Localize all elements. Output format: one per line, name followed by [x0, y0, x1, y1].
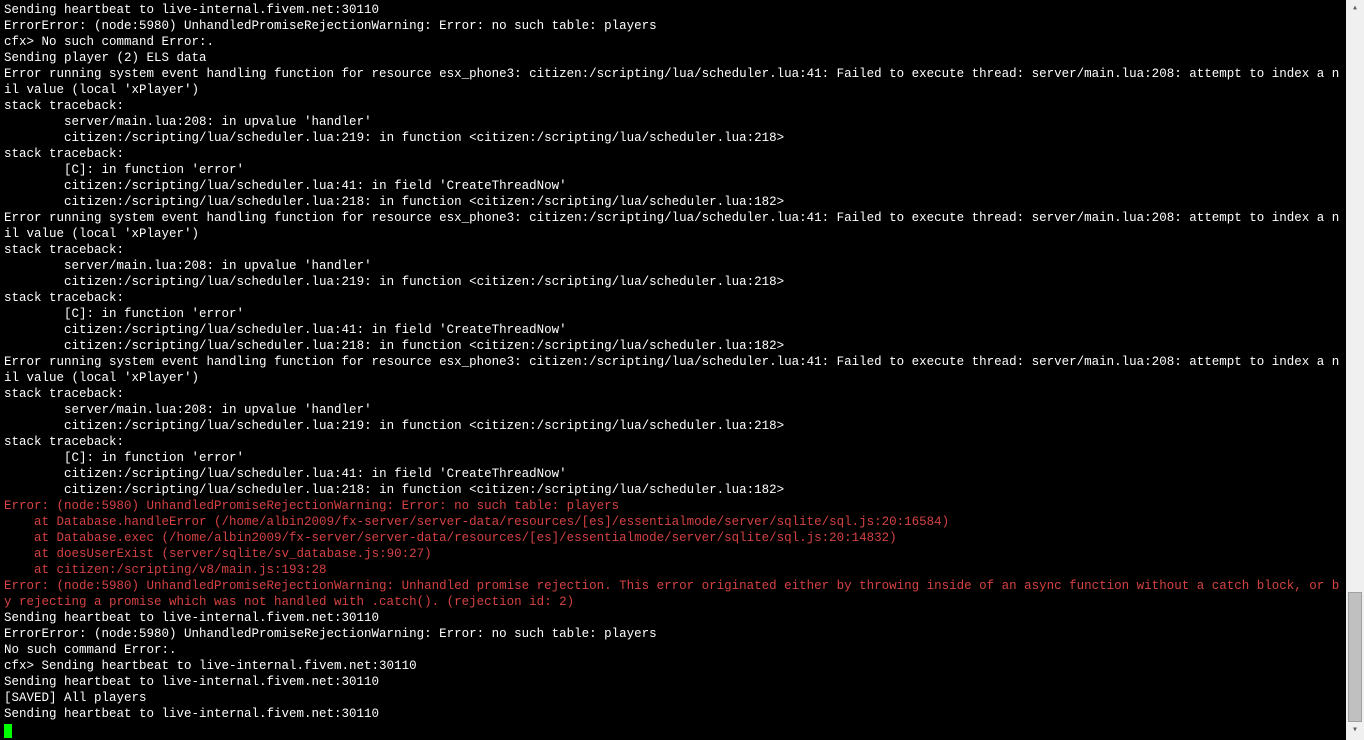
terminal-line: ErrorError: (node:5980) UnhandledPromise… [4, 18, 1342, 34]
terminal-line: citizen:/scripting/lua/scheduler.lua:41:… [4, 178, 1342, 194]
terminal-line: stack traceback: [4, 290, 1342, 306]
terminal-line: at Database.handleError (/home/albin2009… [4, 514, 1342, 530]
terminal-line: Sending heartbeat to live-internal.fivem… [4, 610, 1342, 626]
terminal-line: citizen:/scripting/lua/scheduler.lua:218… [4, 194, 1342, 210]
terminal-line: stack traceback: [4, 386, 1342, 402]
terminal-line: Sending heartbeat to live-internal.fivem… [4, 706, 1342, 722]
terminal-line: Sending heartbeat to live-internal.fivem… [4, 2, 1342, 18]
scrollbar-down-arrow[interactable]: ▾ [1346, 722, 1364, 740]
terminal-line: citizen:/scripting/lua/scheduler.lua:218… [4, 482, 1342, 498]
terminal-line: at Database.exec (/home/albin2009/fx-ser… [4, 530, 1342, 546]
scrollbar-up-arrow[interactable]: ▴ [1346, 0, 1364, 18]
terminal-line: citizen:/scripting/lua/scheduler.lua:218… [4, 338, 1342, 354]
terminal-line: Sending heartbeat to live-internal.fivem… [4, 674, 1342, 690]
terminal-line: citizen:/scripting/lua/scheduler.lua:41:… [4, 466, 1342, 482]
terminal-line: server/main.lua:208: in upvalue 'handler… [4, 258, 1342, 274]
terminal-line: Sending player (2) ELS data [4, 50, 1342, 66]
terminal-line: citizen:/scripting/lua/scheduler.lua:219… [4, 130, 1342, 146]
terminal-line: [C]: in function 'error' [4, 450, 1342, 466]
terminal-line: Error: (node:5980) UnhandledPromiseRejec… [4, 498, 1342, 514]
terminal-container: Sending heartbeat to live-internal.fivem… [0, 0, 1364, 740]
terminal-line: Error running system event handling func… [4, 210, 1342, 242]
terminal-line: stack traceback: [4, 242, 1342, 258]
terminal-line: cfx> Sending heartbeat to live-internal.… [4, 658, 1342, 674]
terminal-line: [C]: in function 'error' [4, 162, 1342, 178]
scrollbar-track[interactable] [1346, 18, 1364, 722]
terminal-output[interactable]: Sending heartbeat to live-internal.fivem… [0, 0, 1346, 740]
terminal-line: citizen:/scripting/lua/scheduler.lua:219… [4, 418, 1342, 434]
terminal-line: Error running system event handling func… [4, 354, 1342, 386]
cursor [4, 724, 12, 738]
terminal-line: at citizen:/scripting/v8/main.js:193:28 [4, 562, 1342, 578]
terminal-line: cfx> No such command Error:. [4, 34, 1342, 50]
terminal-line: [SAVED] All players [4, 690, 1342, 706]
terminal-line: at doesUserExist (server/sqlite/sv_datab… [4, 546, 1342, 562]
terminal-line: ErrorError: (node:5980) UnhandledPromise… [4, 626, 1342, 642]
terminal-line: Error running system event handling func… [4, 66, 1342, 98]
terminal-line: citizen:/scripting/lua/scheduler.lua:41:… [4, 322, 1342, 338]
terminal-line: [C]: in function 'error' [4, 306, 1342, 322]
terminal-line: No such command Error:. [4, 642, 1342, 658]
scrollbar-thumb[interactable] [1348, 592, 1362, 722]
scrollbar[interactable]: ▴ ▾ [1346, 0, 1364, 740]
terminal-line: stack traceback: [4, 98, 1342, 114]
terminal-line: server/main.lua:208: in upvalue 'handler… [4, 402, 1342, 418]
terminal-cursor-line [4, 722, 1342, 738]
terminal-line: stack traceback: [4, 434, 1342, 450]
terminal-line: citizen:/scripting/lua/scheduler.lua:219… [4, 274, 1342, 290]
terminal-line: stack traceback: [4, 146, 1342, 162]
terminal-line: Error: (node:5980) UnhandledPromiseRejec… [4, 578, 1342, 610]
terminal-line: server/main.lua:208: in upvalue 'handler… [4, 114, 1342, 130]
